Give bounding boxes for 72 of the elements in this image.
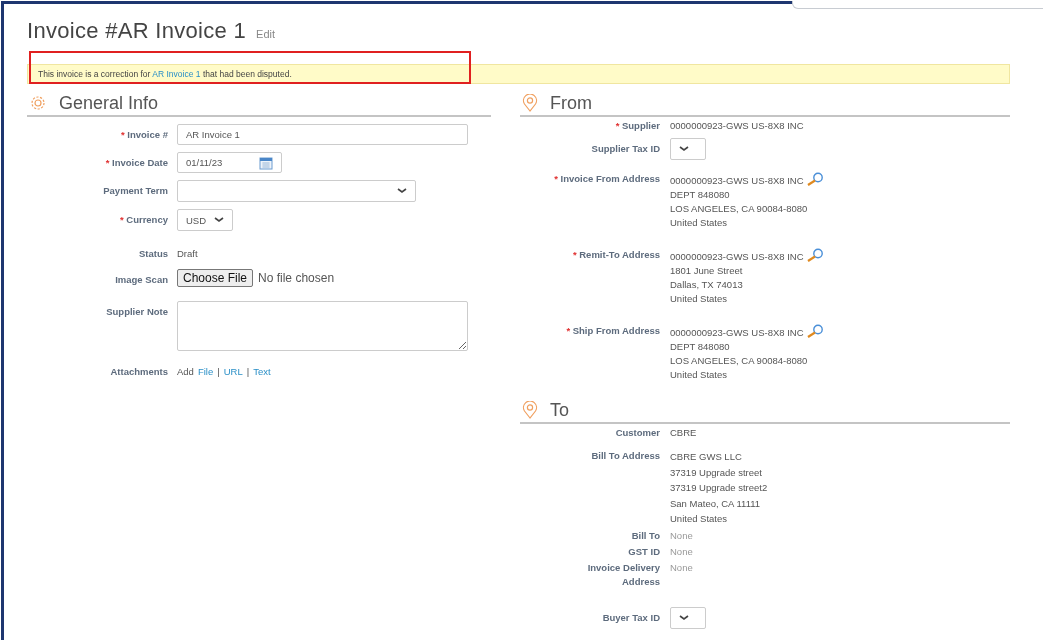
address-line: LOS ANGELES, CA 90084-8080: [670, 354, 809, 368]
field-label: Attachments: [110, 365, 168, 379]
attachment-link[interactable]: File: [197, 365, 214, 379]
note-field[interactable]: [177, 301, 468, 351]
date-field[interactable]: 01/11/23: [177, 152, 282, 173]
field-value: None: [670, 560, 693, 575]
dropdown[interactable]: [670, 606, 706, 629]
chevron-icon: [397, 188, 407, 194]
field-label: * Remit-To Address: [572, 248, 660, 262]
field-label: * Invoice From Address: [554, 172, 660, 186]
chevron-icon: [679, 146, 689, 152]
field-label: Image Scan: [115, 273, 168, 287]
field-label: * Supplier: [615, 119, 660, 133]
field-label: Buyer Tax ID: [602, 610, 660, 625]
address-line: DEPT 848080: [670, 340, 731, 354]
field-label: GST ID: [628, 544, 660, 559]
pin-icon: [522, 401, 538, 419]
address-line: LOS ANGELES, CA 90084-8080: [670, 202, 809, 216]
address-line: United States: [670, 216, 729, 230]
pin-icon: [522, 94, 538, 112]
field-value: CBRE: [670, 426, 697, 440]
address-line: 37319 Upgrade street2: [670, 481, 768, 495]
address-line: DEPT 848080: [670, 188, 731, 202]
address-line: 0000000923-GWS US-8X8 INC: [670, 250, 804, 264]
gear-icon: [29, 94, 47, 112]
field-label: * Currency: [119, 213, 168, 227]
dropdown[interactable]: [177, 180, 416, 202]
page-title: Invoice #AR Invoice 1: [27, 18, 247, 44]
field-label: * Invoice #: [121, 128, 168, 142]
address-line: United States: [670, 368, 729, 382]
field-value: Draft: [177, 247, 198, 261]
address-line: United States: [670, 292, 729, 306]
field-label: Payment Term: [103, 184, 168, 198]
section-title: From: [550, 92, 592, 114]
field-label: Supplier Tax ID: [591, 142, 660, 156]
calendar-icon: [259, 155, 273, 170]
separator: |: [217, 365, 220, 379]
address-line: United States: [670, 512, 729, 526]
file-status: No file chosen: [258, 271, 335, 285]
field-label: * Invoice Date: [105, 156, 168, 170]
address-line: 37319 Upgrade street: [670, 465, 763, 480]
notice-text: This invoice is a correction for AR Invoice 1 that had been disputed.: [38, 69, 292, 79]
notice-link[interactable]: AR Invoice 1: [152, 69, 201, 79]
field-label: Bill To: [631, 528, 660, 543]
field-label: Invoice Delivery Address: [586, 560, 660, 589]
choose-file-button[interactable]: Choose File: [177, 269, 254, 287]
attachment-link[interactable]: Text: [253, 365, 271, 379]
edit-link[interactable]: Edit: [256, 28, 276, 40]
section-title: General Info: [59, 92, 159, 114]
dropdown[interactable]: USD: [177, 209, 234, 231]
address-line: San Mateo, CA 11111: [670, 496, 762, 511]
chevron-icon: [679, 614, 689, 621]
chevron-icon: [214, 217, 225, 223]
separator: |: [246, 365, 250, 379]
field-value: 0000000923-GWS US-8X8 INC: [670, 119, 804, 133]
field-label: Supplier Note: [106, 305, 168, 319]
field-label: * Ship From Address: [566, 324, 660, 338]
section-title: To: [550, 399, 569, 421]
address-line: Dallas, TX 74013: [670, 278, 744, 292]
text-field[interactable]: AR Invoice 1: [177, 124, 468, 145]
field-value: None: [670, 544, 693, 559]
field-label: Status: [138, 247, 168, 261]
add-label: Add: [177, 365, 194, 379]
field-value: None: [670, 528, 693, 543]
address-line: 1801 June Street: [670, 264, 744, 278]
field-label: Bill To Address: [591, 449, 660, 463]
dropdown[interactable]: [670, 138, 706, 160]
attachment-link[interactable]: URL: [223, 365, 243, 379]
address-line: 0000000923-GWS US-8X8 INC: [670, 326, 804, 340]
address-line: 0000000923-GWS US-8X8 INC: [670, 174, 804, 188]
address-line: CBRE GWS LLC: [670, 450, 743, 464]
field-label: Customer: [615, 426, 660, 440]
